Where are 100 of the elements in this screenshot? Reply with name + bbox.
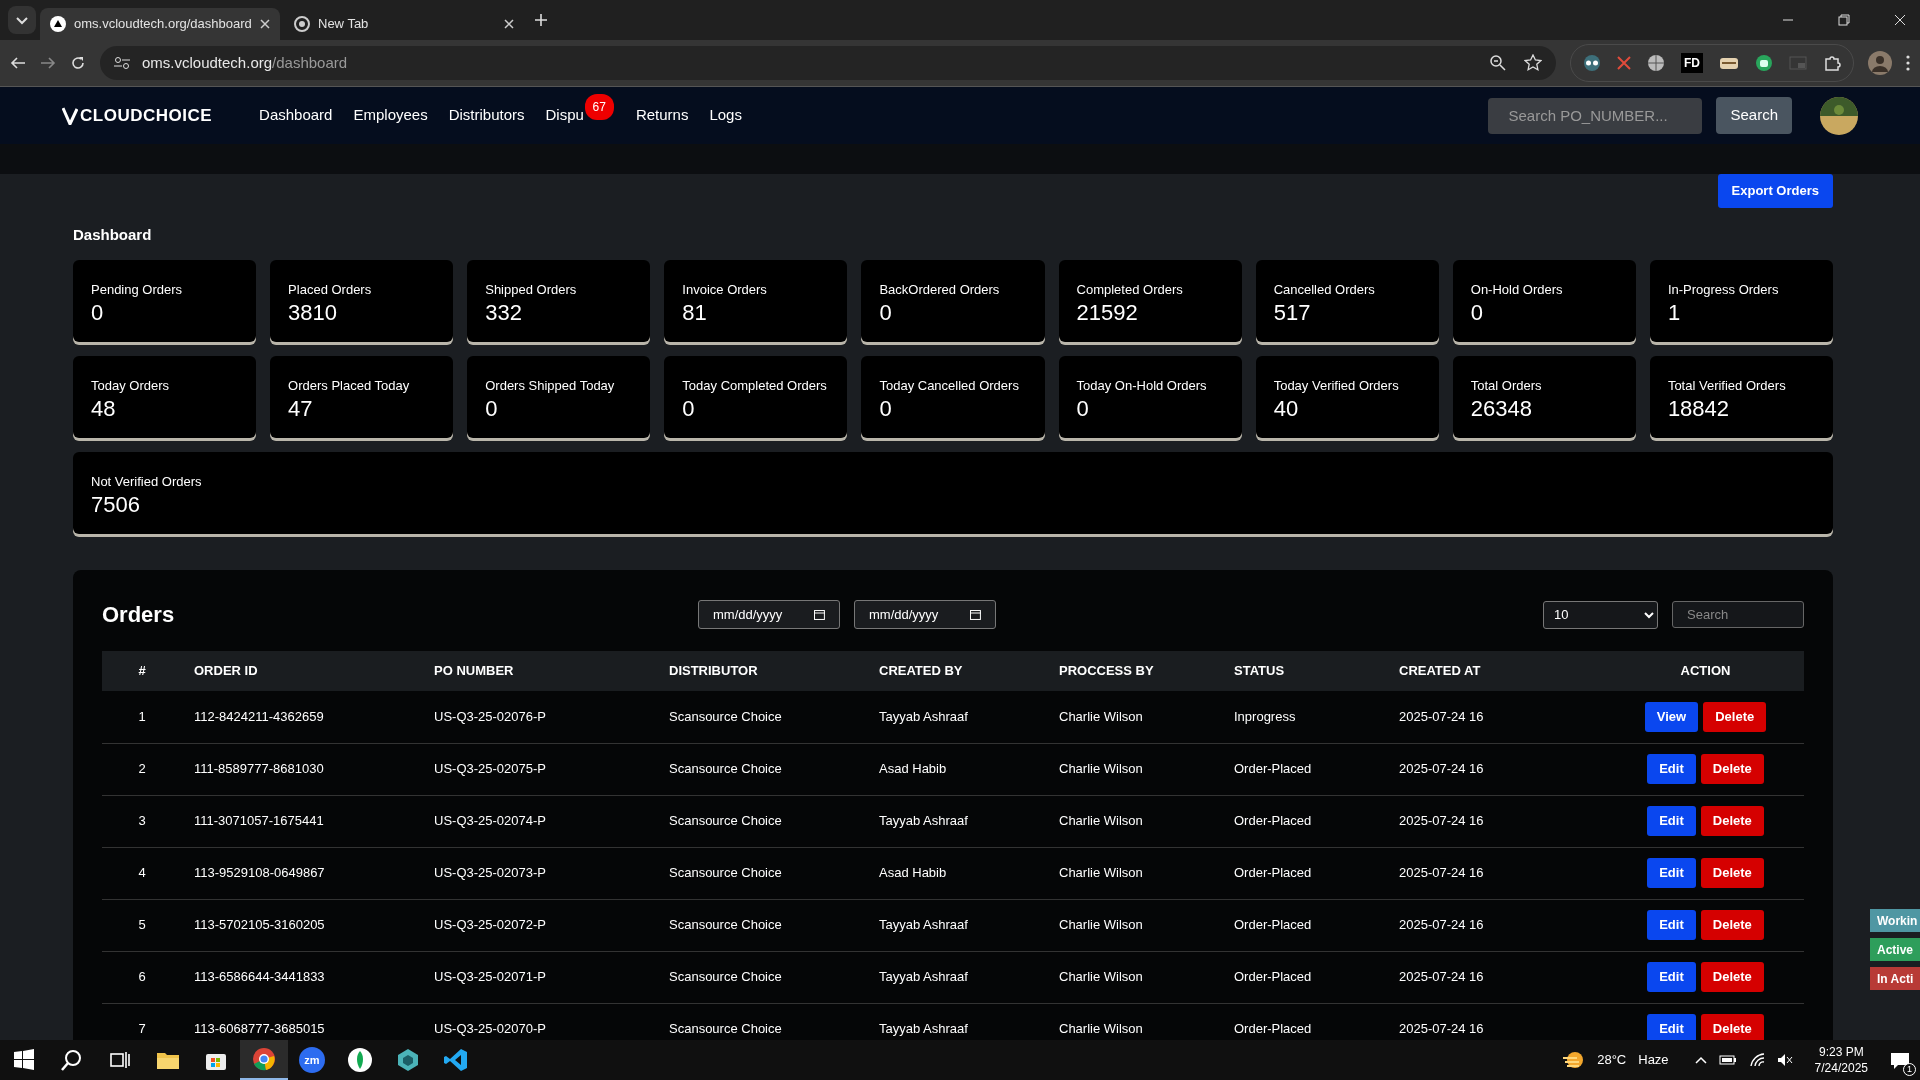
site-settings-icon[interactable] xyxy=(114,56,130,70)
page-size-select[interactable]: 10 xyxy=(1543,600,1658,629)
search-field[interactable]: Search PO_NUMBER... xyxy=(1488,97,1703,134)
date-field[interactable]: mm/dd/yyyy xyxy=(698,600,840,629)
table-cell: Tayyab Ashraaf xyxy=(867,899,1047,951)
table-cell: Scansource Choice xyxy=(657,691,867,743)
chrome-icon xyxy=(294,16,310,32)
globe-icon[interactable] xyxy=(1647,54,1665,72)
muted-speaker-icon[interactable] xyxy=(1776,1053,1793,1067)
restore-icon[interactable] xyxy=(1838,14,1850,26)
browser-tab[interactable]: New Tab xyxy=(284,8,524,40)
close-icon[interactable] xyxy=(504,19,514,29)
hexagon-icon[interactable] xyxy=(395,1047,421,1073)
zoom-app-icon[interactable]: zm xyxy=(299,1047,325,1073)
address-bar[interactable]: oms.vcloudtech.org/dashboard xyxy=(100,46,1556,80)
edit-button[interactable]: Edit xyxy=(1647,962,1696,992)
export-button[interactable]: Export Orders xyxy=(1717,174,1833,208)
table-cell: 5 xyxy=(102,899,182,951)
orders-title: Orders xyxy=(102,601,176,629)
table-cell: Scansource Choice xyxy=(657,847,867,899)
browser-tab[interactable]: oms.vcloudtech.org/dashboard xyxy=(40,8,280,40)
table-cell: 2025-07-24 16 xyxy=(1387,691,1607,743)
delete-button[interactable]: Delete xyxy=(1700,962,1764,992)
table-cell: 2 xyxy=(102,743,182,795)
column-header: CREATED BY xyxy=(867,651,1047,691)
delete-button[interactable]: Delete xyxy=(1700,910,1764,940)
column-header: STATUS xyxy=(1222,651,1387,691)
calendar-icon[interactable] xyxy=(814,609,825,620)
clock-time: 9:23 PM xyxy=(1817,1043,1865,1060)
nav-link[interactable]: Returns xyxy=(635,104,689,127)
search-button[interactable]: Search xyxy=(1716,97,1792,134)
notification-badge: 67 xyxy=(584,94,614,121)
edit-button[interactable]: Edit xyxy=(1647,806,1696,836)
chrome-icon[interactable] xyxy=(251,1046,277,1072)
reload-icon[interactable] xyxy=(70,55,86,71)
table-cell: US-Q3-25-02072-P xyxy=(422,899,657,951)
new-tab-icon[interactable] xyxy=(534,13,548,27)
table-cell: 6 xyxy=(102,951,182,1003)
column-header: ORDER ID xyxy=(182,651,422,691)
stat-value: 3810 xyxy=(288,299,339,326)
edit-button[interactable]: Edit xyxy=(1647,858,1696,888)
column-header: DISTRIBUTOR xyxy=(657,651,867,691)
delete-button[interactable]: Delete xyxy=(1700,806,1764,836)
extension-icon[interactable] xyxy=(1719,55,1739,71)
puzzle-icon[interactable] xyxy=(1823,54,1841,72)
nav-link[interactable]: Logs xyxy=(709,104,742,127)
stat-value: 18842 xyxy=(1667,395,1731,422)
stat-value: 26348 xyxy=(1470,395,1533,422)
chevron-up-icon[interactable] xyxy=(1694,1056,1707,1064)
table-cell: Charlie Wilson xyxy=(1047,951,1222,1003)
battery-icon[interactable] xyxy=(1718,1054,1737,1066)
nav-link[interactable]: Dashboard xyxy=(259,104,333,127)
delete-button[interactable]: Delete xyxy=(1700,858,1764,888)
table-cell: 2025-07-24 16 xyxy=(1387,899,1607,951)
edit-button[interactable]: Edit xyxy=(1647,1014,1696,1040)
code-editor-icon[interactable] xyxy=(443,1047,469,1073)
status-tab[interactable]: In Acti xyxy=(1870,967,1920,990)
stat-value: 0 xyxy=(485,395,499,422)
view-button[interactable]: View xyxy=(1644,702,1699,732)
stat-label: Today On-Hold Orders xyxy=(1076,377,1208,395)
edit-button[interactable]: Edit xyxy=(1647,754,1696,784)
close-icon[interactable] xyxy=(260,19,270,29)
profile-avatar-icon[interactable] xyxy=(1868,51,1892,75)
calendar-icon[interactable] xyxy=(970,609,981,620)
notification-icon[interactable] xyxy=(1890,1051,1910,1070)
zoom-icon[interactable] xyxy=(1490,55,1506,71)
status-tab[interactable]: Workin xyxy=(1870,909,1920,932)
date-field[interactable]: mm/dd/yyyy xyxy=(854,600,996,629)
nav-link[interactable]: Distributors xyxy=(448,104,525,127)
stat-label: On-Hold Orders xyxy=(1470,281,1564,299)
table-cell: Charlie Wilson xyxy=(1047,743,1222,795)
table-cell: Inprogress xyxy=(1222,691,1387,743)
stat-label: Today Verified Orders xyxy=(1273,377,1400,395)
delete-button[interactable]: Delete xyxy=(1703,702,1767,732)
delete-button[interactable]: Delete xyxy=(1700,1014,1764,1040)
edit-button[interactable]: Edit xyxy=(1647,910,1696,940)
star-icon[interactable] xyxy=(1524,54,1542,72)
column-header: CREATED AT xyxy=(1387,651,1607,691)
avatar[interactable] xyxy=(1820,96,1858,135)
forward-icon[interactable] xyxy=(40,55,56,71)
wifi-icon[interactable] xyxy=(1748,1053,1765,1067)
more-icon[interactable] xyxy=(1906,55,1910,71)
table-cell: Scansource Choice xyxy=(657,899,867,951)
table-cell: US-Q3-25-02071-P xyxy=(422,951,657,1003)
table-cell: Order-Placed xyxy=(1222,795,1387,847)
windows-icon[interactable] xyxy=(11,1047,37,1073)
tab-search-icon[interactable] xyxy=(8,6,36,34)
table-cell: 111-8589777-8681030 xyxy=(182,743,422,795)
delete-button[interactable]: Delete xyxy=(1700,754,1764,784)
leaf-icon[interactable] xyxy=(347,1047,373,1073)
extension-icon[interactable] xyxy=(1755,54,1773,72)
table-cell: Order-Placed xyxy=(1222,847,1387,899)
status-tab[interactable]: Active xyxy=(1870,938,1920,961)
table-search-field[interactable]: Search xyxy=(1672,601,1804,628)
site-icon xyxy=(50,16,66,32)
table-cell: Order-Placed xyxy=(1222,951,1387,1003)
extension-icon[interactable] xyxy=(1583,54,1601,72)
extension-icon[interactable]: FD xyxy=(1681,53,1703,73)
back-icon[interactable] xyxy=(10,55,26,71)
nav-link[interactable]: Employees xyxy=(353,104,428,127)
